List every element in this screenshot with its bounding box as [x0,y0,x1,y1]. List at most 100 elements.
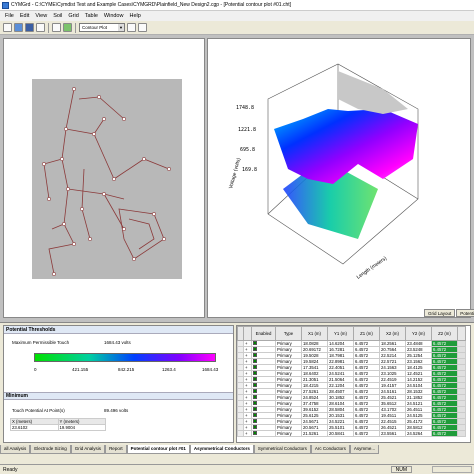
enabled-checkbox[interactable] [253,425,257,429]
menu-table[interactable]: Table [82,13,101,19]
surface-peak [338,71,408,114]
enabled-checkbox[interactable] [253,341,257,345]
tab-potential-contour-plot[interactable]: Potential contour plot #01 [126,445,190,454]
z-axis-label: Voltage (volts) [228,157,242,189]
scrollbar-cell[interactable] [457,430,466,437]
tab-report[interactable]: Report [105,445,127,454]
col-z1[interactable]: Z1 (m) [353,326,380,341]
conductor-table: Enabled Type X1 (m) Y1 (m) Z1 (m) X2 (m)… [237,326,466,437]
cell-z2[interactable]: 6.4572 [431,430,458,437]
tab-all-analysis[interactable]: all Analysis [0,445,31,454]
save-icon[interactable] [25,23,34,32]
title-bar: CYMGrd - C:\CYME\Cymdist Test and Exampl… [0,0,474,11]
bottom-panel: Potential Thresholds Maximum Permissible… [0,322,474,464]
menu-grid[interactable]: Grid [65,13,81,19]
toolbar-separator [48,22,49,33]
contour-3d-plot: 1748.8 1221.8 695.8 169.8 Voltage (volts… [228,63,419,281]
enabled-checkbox[interactable] [253,365,257,369]
toolbar: Contour Plot ▼ [0,21,474,35]
z-tick: 169.8 [242,167,257,173]
open-icon[interactable] [14,23,23,32]
cell-type[interactable]: Primary [275,430,302,437]
tab-grid-analysis[interactable]: Grid Analysis [70,445,106,454]
table-row[interactable]: + Primary 21.5261 20.5841 6.4572 23.5561 24.52… [237,430,466,437]
col-enabled[interactable]: Enabled [251,326,276,341]
menu-view[interactable]: View [32,13,50,19]
enabled-checkbox[interactable] [253,383,257,387]
enabled-checkbox[interactable] [253,395,257,399]
enabled-checkbox[interactable] [253,359,257,363]
enabled-checkbox[interactable] [253,431,257,435]
col-x2[interactable]: X2 (m) [379,326,406,341]
cell-x1[interactable]: 21.5261 [301,430,328,437]
zoom-icon[interactable] [138,23,147,32]
menu-soil[interactable]: Soil [50,13,65,19]
col-y2[interactable]: Y2 (m) [405,326,432,341]
z-tick: 1221.8 [238,127,256,133]
enabled-checkbox[interactable] [253,413,257,417]
touch-point-table: X (meters) Y (meters) 23.6102 19.9004 [10,418,106,431]
potential-thresholds-header: Potential Thresholds [4,326,233,334]
potential-contour-view[interactable]: 1748.8 1221.8 695.8 169.8 Voltage (volts… [207,38,474,318]
conductor-grid-panel: Enabled Type X1 (m) Y1 (m) Z1 (m) X2 (m)… [236,325,471,443]
cell-z1[interactable]: 6.4572 [353,430,380,437]
cell-y2[interactable]: 24.5264 [405,430,432,437]
tab-grid-layout[interactable]: Grid Layout [424,309,456,317]
enabled-cell[interactable] [251,430,276,437]
enabled-checkbox[interactable] [253,401,257,405]
expand-cell[interactable]: + [243,430,252,437]
point-x[interactable]: 23.6102 [10,424,59,431]
cell-y1[interactable]: 20.5841 [327,430,354,437]
status-bar: Ready NUM [0,464,474,474]
enabled-checkbox[interactable] [253,389,257,393]
point-y[interactable]: 19.9004 [57,424,106,431]
col-y1[interactable]: Y1 (m) [327,326,354,341]
cut-icon[interactable] [52,23,61,32]
scale-tick: 842.215 [118,367,135,372]
print-icon[interactable] [36,23,45,32]
tab-asymmetrical-more[interactable]: Asymme... [349,445,380,454]
scrollbar-header [457,326,466,341]
view-select[interactable]: Contour Plot ▼ [79,23,125,32]
col-z2[interactable]: Z2 (m) [431,326,458,341]
menu-edit[interactable]: Edit [17,13,32,19]
tab-electrode-sizing[interactable]: Electrode Sizing [30,445,71,454]
chevron-down-icon[interactable]: ▼ [118,24,124,31]
enabled-checkbox[interactable] [253,419,257,423]
expand-header [243,326,252,341]
menu-bar: File Edit View Soil Grid Table Window He… [0,11,474,21]
conductor-table-body: + Primary 18.0828 14.6204 6.4572 18.2561 23.48… [237,340,466,437]
potential-surface [274,109,418,184]
num-lock-indicator: NUM [390,466,412,473]
grid-layout-drawing [32,79,182,279]
grid-layout-view[interactable] [3,38,205,318]
tab-symmetrical-conductors[interactable]: Symmetrical Conductors [253,445,311,454]
enabled-checkbox[interactable] [253,377,257,381]
cell-x2[interactable]: 23.5561 [379,430,406,437]
tab-asymmetrical-conductors[interactable]: Asymmetrical Conductors [189,445,254,454]
menu-help[interactable]: Help [126,13,143,19]
col-type[interactable]: Type [275,326,302,341]
window-title: CYMGrd - C:\CYME\Cymdist Test and Exampl… [11,2,292,8]
scale-tick: 0 [34,367,37,372]
enabled-checkbox[interactable] [253,371,257,375]
col-x1[interactable]: X1 (m) [301,326,328,341]
status-grip [432,466,472,473]
x-axis-label: Length (meters) [356,255,389,280]
z-tick: 695.8 [240,147,255,153]
pointer-icon[interactable] [127,23,136,32]
status-text: Ready [3,466,18,473]
enabled-checkbox[interactable] [253,347,257,351]
view-select-value: Contour Plot [82,25,108,30]
app-icon [2,1,9,9]
toolbar-separator [75,22,76,33]
enabled-checkbox[interactable] [253,353,257,357]
menu-window[interactable]: Window [101,13,127,19]
new-icon[interactable] [3,23,12,32]
tab-potential-contour[interactable]: Potential co... [456,309,474,317]
enabled-checkbox[interactable] [253,407,257,411]
menu-file[interactable]: File [2,13,17,19]
scale-tick: 1684.43 [202,367,219,372]
tab-arc-conductors[interactable]: Arc Conductors [310,445,350,454]
run-icon[interactable] [63,23,72,32]
